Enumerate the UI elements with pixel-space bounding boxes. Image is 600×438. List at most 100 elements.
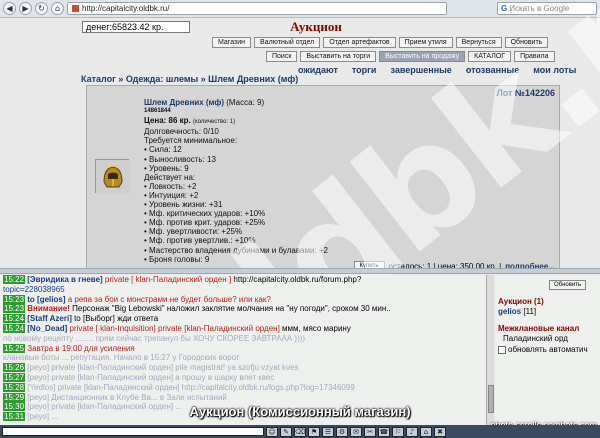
chat-timestamp[interactable]: 15:23 bbox=[3, 304, 26, 314]
chat-timestamp[interactable]: 15:24 bbox=[3, 323, 26, 333]
chat-text: http://capitalcity.oldbk.ru/forum.php? bbox=[231, 275, 362, 284]
reload-icon[interactable]: ↻ bbox=[35, 2, 48, 15]
auction-page: Аукцион денег:65823.42 кр. Магазин Валютн… bbox=[0, 0, 600, 438]
effects-item: • Мф. увертливости: +25% bbox=[144, 227, 243, 237]
chat-nick[interactable]: [No_Dead] bbox=[27, 324, 67, 333]
requirements-item: • Выносливость: 13 bbox=[144, 154, 216, 164]
chat-timestamp[interactable]: 15:29 bbox=[3, 392, 26, 402]
close-icon[interactable]: ✖ bbox=[434, 426, 446, 437]
chat-nick[interactable]: [Staff Azeri] bbox=[27, 314, 72, 323]
channel-item[interactable]: Паладинский орд bbox=[503, 334, 568, 344]
menu-icon[interactable]: ☰ bbox=[322, 426, 334, 437]
smile-icon[interactable]: ☺ bbox=[266, 426, 278, 437]
forward-icon[interactable]: ▶ bbox=[19, 2, 32, 15]
helmet-icon[interactable] bbox=[95, 159, 130, 194]
lot-panel: Лот №142206 Шлем Древних (мф) (Масса: 9)… bbox=[86, 85, 560, 271]
chat-timestamp[interactable]: 15:23 bbox=[3, 294, 26, 304]
chat-timestamp[interactable]: 15:28 bbox=[3, 382, 26, 392]
buttons_row2-button-0[interactable]: Поиск bbox=[266, 51, 298, 62]
search-input[interactable]: G Искать в Google bbox=[497, 2, 597, 15]
buttons_row1-button-0[interactable]: Магазин bbox=[212, 37, 252, 48]
buttons_row1-button-1[interactable]: Валютный отдел bbox=[254, 37, 321, 48]
auto-refresh-toggle[interactable]: обновлять автоматич bbox=[498, 345, 588, 355]
chat-timestamp[interactable]: 15:26 bbox=[3, 363, 26, 373]
buttons_row1-button-5[interactable]: Обновить bbox=[504, 37, 549, 48]
chat-line: 15:24 [No_Dead] private [ klan-Inquisiti… bbox=[3, 323, 486, 334]
channel-header: Межклановые канал bbox=[498, 324, 580, 333]
google-icon: G bbox=[501, 4, 508, 13]
chat-timestamp[interactable]: 15:25 bbox=[3, 343, 26, 353]
address-bar[interactable]: http://capitalcity.oldbk.ru/ bbox=[67, 2, 447, 15]
tab-4[interactable]: мои лоты bbox=[533, 65, 576, 75]
erase-icon[interactable]: ⌫ bbox=[294, 426, 306, 437]
effects-item: • Мф. против увертлив.: +10% bbox=[144, 236, 256, 246]
chat-text: ммм, мясо марину bbox=[279, 323, 351, 333]
settings-icon[interactable]: ⚙ bbox=[336, 426, 348, 437]
flag-icon[interactable]: ⚑ bbox=[308, 426, 320, 437]
breadcrumb[interactable]: Каталог » Одежда: шлемы » Шлем Древних (… bbox=[81, 74, 298, 84]
buttons_row2-button-2[interactable]: Выставить на продажу bbox=[379, 51, 466, 62]
tab-2[interactable]: завершенные bbox=[390, 65, 451, 75]
chat-text: to [Выборг] жди ответа bbox=[71, 314, 159, 324]
chat-line: topic=228038965 bbox=[3, 285, 486, 295]
address-text: http://capitalcity.oldbk.ru/ bbox=[82, 4, 170, 13]
buttons_row2-button-1[interactable]: Выставить на торги bbox=[300, 51, 377, 62]
online-panel: Обновить Аукцион (1) gelios [11] Межклан… bbox=[495, 275, 600, 425]
nav-buttons-row1: Магазин Валютный отдел Отдел артефактов При… bbox=[212, 37, 549, 48]
room-title: Аукцион (1) bbox=[498, 297, 544, 306]
chat-separator[interactable] bbox=[0, 268, 600, 274]
item-price: Цена: 86 кр. bbox=[144, 116, 191, 126]
chat-line: по новому рецепту ........ прям сейчас т… bbox=[3, 334, 486, 344]
item-name[interactable]: Шлем Древних (мф) bbox=[144, 98, 224, 107]
buttons_row2-button-4[interactable]: Правила bbox=[514, 51, 555, 62]
favicon-icon bbox=[72, 5, 79, 12]
music-icon[interactable]: ♪ bbox=[406, 426, 418, 437]
chat-line: 15:29 [peyo] Дистанционник в Клубе Ва...… bbox=[3, 392, 486, 403]
chat-text: Внимание! bbox=[27, 304, 70, 314]
chat-log: 15:22 [Эвридика в гневе] private [ klan-… bbox=[0, 275, 486, 425]
online-user[interactable]: gelios [11] bbox=[498, 307, 536, 317]
home-icon[interactable]: ⌂ bbox=[420, 426, 432, 437]
tab-0[interactable]: ожидают bbox=[298, 65, 338, 75]
auto-refresh-label: обновлять автоматич bbox=[508, 345, 588, 354]
edit-icon[interactable]: ✎ bbox=[280, 426, 292, 437]
refresh-button[interactable]: Обновить bbox=[549, 280, 587, 290]
chat-text: [peyo] private [klan-Паладинский орден] … bbox=[27, 372, 275, 382]
checkbox[interactable] bbox=[498, 346, 506, 354]
chat-input[interactable] bbox=[2, 427, 264, 436]
mail-icon[interactable]: ✉ bbox=[350, 426, 362, 437]
phone-icon[interactable]: ☎ bbox=[378, 426, 390, 437]
item-quantity: (количество: 1) bbox=[193, 119, 236, 126]
chat-line: 15:28 [Yedlos] private [klan-Паладинский… bbox=[3, 382, 486, 393]
chat-line: 15:27 [peyo] private [klan-Паладинский о… bbox=[3, 372, 486, 383]
chat-timestamp[interactable]: 15:24 bbox=[3, 314, 26, 324]
user-name[interactable]: gelios bbox=[498, 307, 521, 316]
chat-scrollbar[interactable] bbox=[486, 275, 494, 425]
chat-timestamp[interactable]: 15:27 bbox=[3, 372, 26, 382]
cut-icon[interactable]: ✂ bbox=[364, 426, 376, 437]
buttons_row1-button-4[interactable]: Вернуться bbox=[455, 37, 502, 48]
chat-nick[interactable]: [Эвридика в гневе] bbox=[27, 275, 102, 284]
tab-3[interactable]: отозванные bbox=[466, 65, 519, 75]
chat-text: [peyo] private [klan-Паладинский орден] … bbox=[27, 363, 299, 373]
buttons_row1-button-2[interactable]: Отдел артефактов bbox=[323, 37, 396, 48]
chat-line: 15:23 Внимание! Персонаж "Big Lebowski" … bbox=[3, 304, 486, 314]
banner-icon[interactable]: ⚐ bbox=[392, 426, 404, 437]
tab-1[interactable]: торги bbox=[352, 65, 377, 75]
buttons_row1-button-3[interactable]: Прием утиля bbox=[398, 37, 453, 48]
effects-item: • Ловкость: +2 bbox=[144, 181, 197, 191]
requirements-list: • Сила: 12 • Выносливость: 13 • Уровень: 9 bbox=[144, 145, 328, 172]
requirements-item: • Сила: 12 bbox=[144, 145, 182, 155]
chat-nick[interactable]: to [gelios] bbox=[27, 295, 65, 304]
back-icon[interactable]: ◀ bbox=[3, 2, 16, 15]
chat-text: private [ klan-Паладинский орден ] bbox=[102, 275, 232, 284]
chat-text[interactable]: topic=228038965 bbox=[3, 285, 65, 294]
search-placeholder: Искать в Google bbox=[509, 4, 570, 13]
effects-item: • Мф. критических ударов: +10% bbox=[144, 209, 266, 219]
status-tabs: ожидают торги завершенные отозванные мои лот… bbox=[298, 65, 576, 75]
home-icon[interactable]: ⌂ bbox=[51, 2, 64, 15]
chat-timestamp[interactable]: 15:22 bbox=[3, 275, 26, 284]
buttons_row2-button-3[interactable]: КАТАЛОГ bbox=[468, 51, 512, 62]
chat-line: 15:22 [Эвридика в гневе] private [ klan-… bbox=[3, 275, 486, 285]
effects-item: • Интуиция: +2 bbox=[144, 190, 199, 200]
